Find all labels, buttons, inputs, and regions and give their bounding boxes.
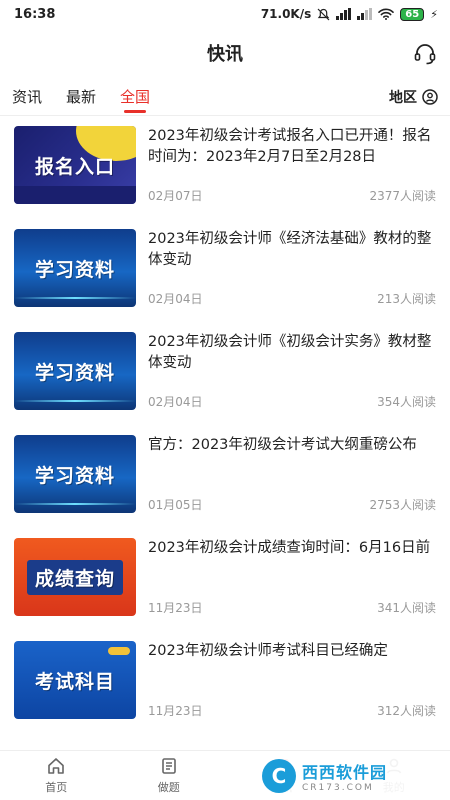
- news-item[interactable]: 考试科目 2023年初级会计师考试科目已经确定 11月23日 312人阅读: [0, 633, 450, 736]
- watermark-icon: C: [262, 759, 296, 793]
- thumbnail-label: 学习资料: [34, 361, 115, 384]
- news-reads: 2753人阅读: [369, 498, 436, 512]
- page-title: 快讯: [207, 44, 243, 65]
- charging-icon: ⚡: [430, 7, 438, 21]
- battery-icon: 65: [400, 7, 425, 21]
- news-date: 01月05日: [148, 498, 203, 512]
- tab-zixun[interactable]: 资讯: [12, 78, 42, 116]
- news-thumbnail: 学习资料: [14, 435, 136, 513]
- status-icons: 71.0K/s 65 ⚡: [261, 7, 438, 21]
- region-label: 地区: [389, 89, 417, 106]
- signal-icon: [336, 8, 352, 20]
- watermark-domain: CR173.COM: [302, 783, 374, 793]
- app-header: 快讯: [0, 28, 450, 78]
- tab-latest[interactable]: 最新: [66, 78, 96, 116]
- news-date: 11月23日: [148, 704, 203, 718]
- news-item[interactable]: 报名入口 2023年初级会计考试报名入口已开通！报名时间为：2023年2月7日至…: [0, 118, 450, 221]
- nav-label: 做题: [157, 781, 180, 794]
- nav-label: 首页: [45, 781, 68, 794]
- news-list: 报名入口 2023年初级会计考试报名入口已开通！报名时间为：2023年2月7日至…: [0, 118, 450, 750]
- wifi-icon: [378, 8, 395, 20]
- news-date: 02月04日: [148, 395, 203, 409]
- news-thumbnail: 成绩查询: [14, 538, 136, 616]
- watermark-logo: C 西西软件园 CR173.COM: [262, 754, 432, 798]
- news-item[interactable]: 学习资料 官方：2023年初级会计考试大纲重磅公布 01月05日 2753人阅读: [0, 427, 450, 530]
- thumbnail-label: 学习资料: [34, 464, 115, 487]
- bottom-nav: 首页 做题 资讯 我的 C 西西软件园 CR173.COM: [0, 750, 450, 800]
- news-reads: 354人阅读: [377, 395, 436, 409]
- mute-icon: [317, 8, 330, 20]
- news-thumbnail: 学习资料: [14, 229, 136, 307]
- location-icon: [422, 88, 438, 105]
- home-icon: [48, 758, 65, 774]
- thumbnail-label: 学习资料: [34, 258, 115, 281]
- news-reads: 2377人阅读: [369, 189, 436, 203]
- news-thumbnail: 考试科目: [14, 641, 136, 719]
- news-reads: 312人阅读: [377, 704, 436, 718]
- news-title: 2023年初级会计师《经济法基础》教材的整体变动: [148, 231, 432, 268]
- exercise-icon: [161, 758, 176, 774]
- thumbnail-label: 报名入口: [34, 155, 115, 178]
- status-bar: 16:38 71.0K/s 65 ⚡: [0, 0, 450, 28]
- news-item[interactable]: 成绩查询 2023年初级会计成绩查询时间：6月16日前 11月23日 341人阅读: [0, 530, 450, 633]
- news-title: 2023年初级会计师《初级会计实务》教材整体变动: [148, 334, 432, 371]
- tab-national[interactable]: 全国: [120, 78, 150, 116]
- thumbnail-label: 成绩查询: [26, 559, 123, 595]
- news-item[interactable]: 学习资料 2023年初级会计师《初级会计实务》教材整体变动 02月04日 354人…: [0, 324, 450, 427]
- news-title: 2023年初级会计考试报名入口已开通！报名时间为：2023年2月7日至2月28日: [148, 128, 432, 165]
- news-date: 02月04日: [148, 292, 203, 306]
- nav-home[interactable]: 首页: [0, 751, 113, 800]
- net-speed: 71.0K/s: [260, 7, 312, 21]
- signal-icon-2: [357, 8, 373, 20]
- news-title: 2023年初级会计师考试科目已经确定: [148, 643, 388, 659]
- customer-service-icon[interactable]: [412, 41, 438, 67]
- region-selector[interactable]: 地区: [389, 87, 438, 107]
- news-reads: 213人阅读: [377, 292, 436, 306]
- news-date: 11月23日: [148, 601, 203, 615]
- category-tabs: 资讯 最新 全国 地区: [0, 78, 450, 116]
- news-reads: 341人阅读: [377, 601, 436, 615]
- news-thumbnail: 学习资料: [14, 332, 136, 410]
- news-date: 02月07日: [148, 189, 203, 203]
- thumbnail-label: 考试科目: [34, 670, 115, 693]
- news-item[interactable]: 学习资料 2023年初级会计师《经济法基础》教材的整体变动 02月04日 213人…: [0, 221, 450, 324]
- status-time: 16:38: [14, 6, 56, 22]
- news-thumbnail: 报名入口: [14, 126, 136, 204]
- nav-exercise[interactable]: 做题: [113, 751, 226, 800]
- watermark-name: 西西软件园: [302, 763, 388, 782]
- news-title: 2023年初级会计成绩查询时间：6月16日前: [148, 540, 431, 556]
- news-title: 官方：2023年初级会计考试大纲重磅公布: [148, 437, 417, 453]
